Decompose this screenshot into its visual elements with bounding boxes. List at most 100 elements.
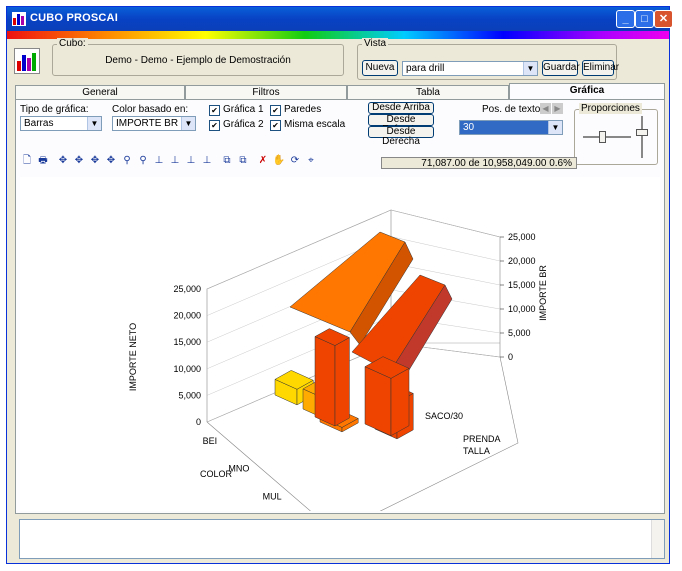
slider-thumb[interactable] [599, 131, 606, 143]
zoom-icon[interactable]: ⚲ [120, 154, 134, 168]
left-tick-label: 15,000 [173, 337, 201, 347]
z-axis-label: PRENDA [463, 434, 501, 444]
print-preview-icon[interactable]: 🗋 [20, 154, 34, 168]
maximize-button[interactable]: □ [635, 10, 654, 28]
data-cursor-icon[interactable]: ⌖ [304, 154, 318, 168]
bar-importe-br [390, 367, 410, 437]
cubo-group: Cubo: Demo - Demo - Ejemplo de Demostrac… [52, 38, 344, 76]
main-window: CUBO PROSCAI _ □ ✕ Cubo: Demo - Demo - E… [6, 6, 673, 564]
z-category-label: SACO/30 [425, 411, 463, 421]
color-basado-label: Color basado en: [112, 104, 189, 115]
hand-icon[interactable]: ✋ [272, 154, 286, 168]
move-icon[interactable]: ✥ [72, 154, 86, 168]
view-3d-icon[interactable]: ⧉ [236, 154, 250, 168]
left-tick-label: 10,000 [173, 364, 201, 374]
pos-texto-select[interactable]: 30 ▼ [459, 120, 563, 135]
z-axis-label: TALLA [463, 446, 490, 456]
proporciones-group: Proporciones [574, 103, 658, 165]
vista-group: Vista Nueva para drill ▼ Guardar Elimina… [357, 38, 619, 80]
desde-derecha-button[interactable]: Desde Derecha [368, 126, 434, 147]
rotate-icon[interactable]: ⟳ [288, 154, 302, 168]
left-tick-label: 0 [196, 417, 201, 427]
chevron-down-icon[interactable]: ▼ [87, 117, 101, 130]
window-title: CUBO PROSCAI [30, 12, 118, 24]
bar-importe-br [364, 366, 392, 437]
view-3d-icon[interactable]: ⧉ [220, 154, 234, 168]
right-axis-label: IMPORTE BR [538, 265, 548, 321]
guardar-button[interactable]: Guardar [542, 60, 580, 76]
grafica2-label: Gráfica 2 [223, 119, 264, 130]
chevron-down-icon[interactable]: ▼ [548, 121, 562, 134]
right-gridline [390, 209, 501, 238]
misma-escala-label: Misma escala [284, 119, 346, 130]
pos-texto-label: Pos. de texto: [482, 104, 544, 115]
vista-select[interactable]: para drill ▼ [402, 61, 538, 76]
rotate-icon[interactable]: ✥ [104, 154, 118, 168]
tab-tabla[interactable]: Tabla [347, 85, 509, 99]
right-tick-label: 0 [508, 352, 513, 362]
move-icon[interactable]: ✥ [56, 154, 70, 168]
vista-select-value: para drill [406, 63, 445, 74]
vertical-scrollbar[interactable] [651, 520, 664, 558]
cubo-value: Demo - Demo - Ejemplo de Demostración [105, 55, 291, 66]
rotate-icon[interactable]: ✥ [88, 154, 102, 168]
category-tick-label: BEI [203, 436, 218, 446]
right-tick-label: 10,000 [508, 304, 536, 314]
left-axis-label: IMPORTE NETO [128, 323, 138, 391]
reset-icon[interactable]: ✗ [256, 154, 270, 168]
chevron-down-icon[interactable]: ▼ [181, 117, 195, 130]
status-readout: 71,087.00 de 10,958,049.00 0.6% [381, 157, 577, 169]
tipo-grafica-select[interactable]: Barras ▼ [20, 116, 102, 131]
check-icon: ✔ [209, 120, 220, 131]
nueva-button[interactable]: Nueva [362, 60, 398, 76]
check-icon: ✔ [209, 105, 220, 116]
grafica1-label: Gráfica 1 [223, 104, 264, 115]
left-tick-label: 25,000 [173, 284, 201, 294]
axis-icon[interactable]: ⊥ [168, 154, 182, 168]
proporciones-label: Proporciones [579, 103, 642, 114]
tab-grafica[interactable]: Gráfica [509, 83, 665, 99]
chart-3d-bars[interactable]: 0 5,000 10,000 15,000 20,000 25,000 0 5,000 10,0… [20, 177, 660, 534]
check-icon: ✔ [270, 105, 281, 116]
right-tick-label: 5,000 [508, 328, 531, 338]
tab-filtros[interactable]: Filtros [185, 85, 347, 99]
arrow-right-icon[interactable]: ▶ [552, 103, 563, 114]
desde-arriba-button[interactable]: Desde Arriba [368, 102, 434, 114]
horizontal-slider[interactable] [583, 136, 631, 138]
bar-importe-br [334, 337, 350, 427]
rainbow-strip [7, 31, 669, 39]
right-tick-label: 20,000 [508, 256, 536, 266]
category-tick-label: MUL [263, 491, 282, 501]
chevron-down-icon[interactable]: ▼ [523, 62, 537, 75]
axis-icon[interactable]: ⊥ [152, 154, 166, 168]
zoom-icon[interactable]: ⚲ [136, 154, 150, 168]
slider-thumb[interactable] [636, 129, 648, 136]
axis-icon[interactable]: ⊥ [184, 154, 198, 168]
pos-texto-value: 30 [463, 122, 475, 133]
top-panel: Cubo: Demo - Demo - Ejemplo de Demostrac… [12, 38, 664, 81]
left-tick-label: 20,000 [173, 311, 201, 321]
color-basado-select[interactable]: IMPORTE BR ▼ [112, 116, 196, 131]
bar-importe-br [314, 336, 336, 427]
vertical-slider[interactable] [641, 116, 643, 158]
right-tick-label: 15,000 [508, 280, 536, 290]
left-tick-label: 5,000 [178, 390, 201, 400]
axis-icon[interactable]: ⊥ [200, 154, 214, 168]
desde-enfrente-button[interactable]: Desde Enfrente [368, 114, 434, 135]
check-icon: ✔ [270, 120, 281, 131]
vista-label: Vista [362, 38, 389, 49]
minimize-button[interactable]: _ [616, 10, 635, 28]
chart-area[interactable]: 0 5,000 10,000 15,000 20,000 25,000 0 5,000 10,0… [20, 177, 660, 534]
color-basado-value: IMPORTE BR [116, 118, 179, 129]
close-button[interactable]: ✕ [654, 10, 673, 28]
arrow-left-icon[interactable]: ◀ [540, 103, 551, 114]
x-axis-label: COLOR [200, 469, 233, 479]
printer-icon[interactable]: 🖶 [36, 154, 50, 168]
tab-general[interactable]: General [15, 85, 185, 99]
tipo-grafica-label: Tipo de gráfica: [20, 104, 89, 115]
message-panel [19, 519, 665, 559]
grafica-panel: Tipo de gráfica: Barras ▼ Color basado e… [15, 99, 665, 534]
title-bar[interactable]: CUBO PROSCAI _ □ ✕ [7, 7, 673, 31]
cube-chart-icon [14, 48, 40, 74]
eliminar-button[interactable]: Eliminar [582, 60, 619, 76]
